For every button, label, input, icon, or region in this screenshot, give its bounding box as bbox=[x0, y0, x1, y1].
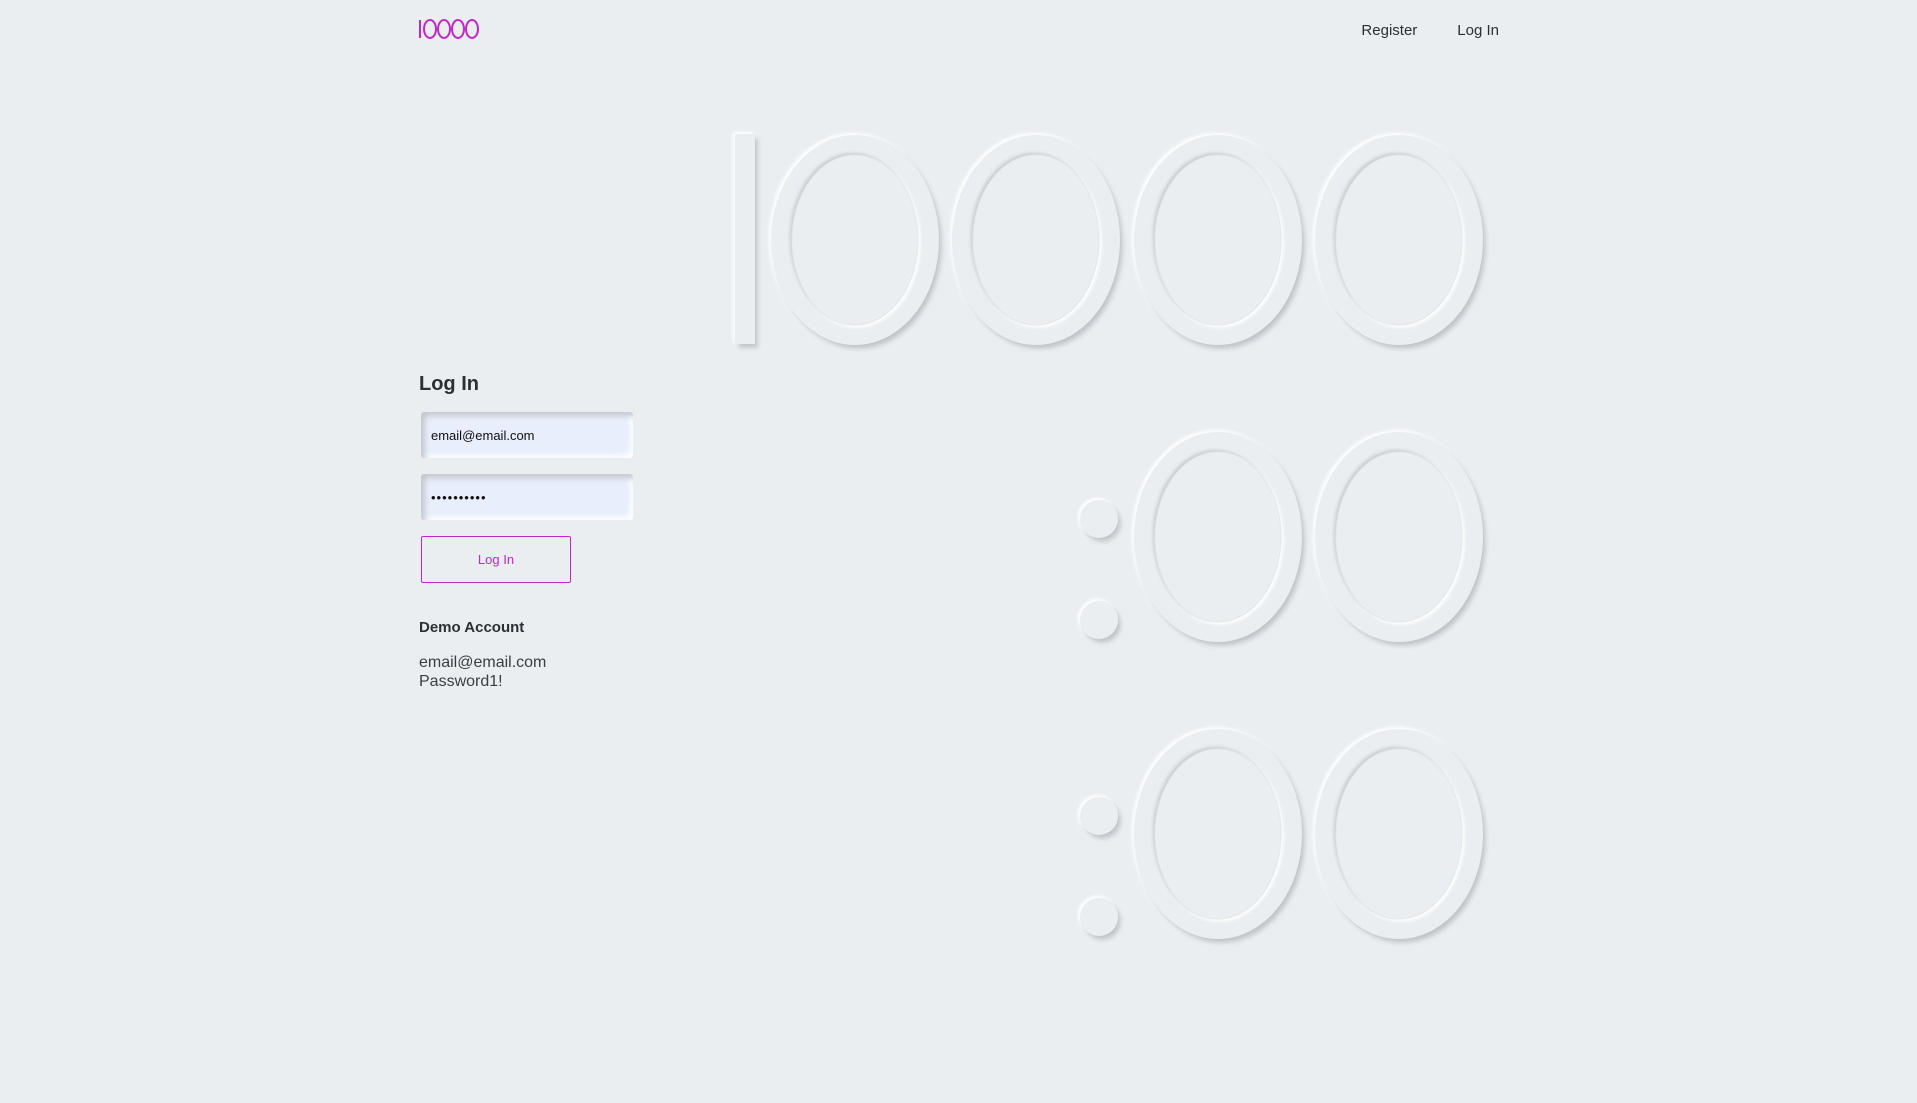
digit-zero-3 bbox=[1134, 135, 1302, 345]
colon-dot bbox=[1080, 797, 1118, 835]
digit-one bbox=[735, 134, 755, 344]
password-field[interactable] bbox=[421, 474, 633, 520]
login-link[interactable]: Log In bbox=[1457, 22, 1499, 39]
demo-password-text: Password1! bbox=[419, 673, 503, 690]
seconds-digits bbox=[1080, 729, 1483, 939]
demo-account-heading: Demo Account bbox=[419, 619, 525, 636]
top-nav: Register Log In bbox=[1361, 22, 1499, 39]
colon-dot bbox=[1080, 601, 1118, 639]
demo-email-text: email@email.com bbox=[419, 654, 547, 671]
login-submit-button[interactable]: Log In bbox=[421, 536, 571, 583]
colon-dot bbox=[1080, 898, 1118, 936]
email-field[interactable] bbox=[421, 412, 633, 458]
minutes-digits bbox=[1080, 432, 1483, 642]
digit-zero-2 bbox=[952, 135, 1120, 345]
hours-digits bbox=[735, 134, 1483, 345]
login-heading: Log In bbox=[419, 373, 479, 395]
page: Register Log In Log In email@email.com •… bbox=[0, 0, 1917, 1103]
countdown-display bbox=[735, 134, 1483, 939]
register-link[interactable]: Register bbox=[1361, 22, 1417, 39]
digit-zero bbox=[1134, 432, 1302, 642]
digit-zero bbox=[1315, 729, 1483, 939]
logo-icon[interactable] bbox=[418, 14, 488, 42]
colon-dot bbox=[1080, 500, 1118, 538]
digit-zero-4 bbox=[1315, 135, 1483, 345]
digit-zero bbox=[1134, 729, 1302, 939]
digit-zero bbox=[1315, 432, 1483, 642]
digit-zero-1 bbox=[771, 135, 939, 345]
